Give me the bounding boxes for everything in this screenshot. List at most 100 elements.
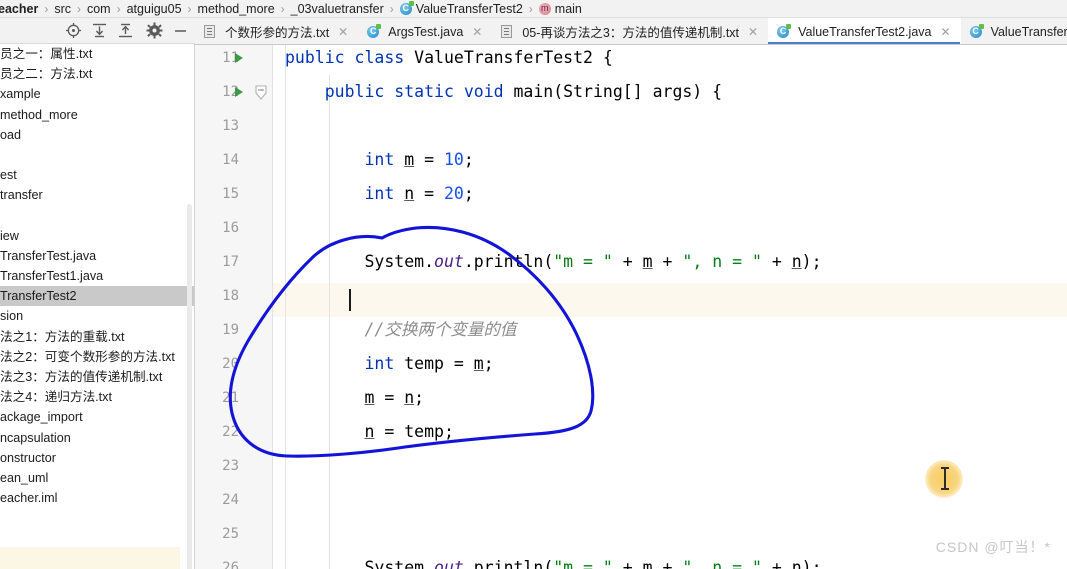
code-line-20[interactable]: int temp = m; — [273, 347, 1067, 381]
code-line-15[interactable]: int n = 20; — [273, 177, 1067, 211]
class-icon — [399, 0, 414, 15]
breadcrumb-item-class[interactable]: ValueTransferTest2 — [397, 0, 526, 17]
code-line-12[interactable]: public static void main(String[] args) { — [273, 75, 1067, 109]
locate-in-tree-icon[interactable] — [65, 22, 82, 39]
tab-notes-txt[interactable]: 05-再谈方法之3：方法的值传递机制.txt ✕ — [492, 18, 768, 44]
tab-argstest-java[interactable]: ArgsTest.java ✕ — [358, 18, 492, 44]
breadcrumb-separator-icon: › — [116, 1, 121, 16]
tree-item-selected[interactable]: TransferTest2 — [0, 286, 194, 307]
run-gutter-icon[interactable] — [233, 45, 247, 75]
breadcrumb-item-method[interactable]: main — [536, 0, 585, 17]
breadcrumb-label: eacher — [0, 1, 39, 16]
tab-args-txt[interactable]: 个数形参的方法.txt ✕ — [195, 18, 358, 44]
tree-item-11[interactable]: TransferTest1.java — [0, 266, 194, 286]
breadcrumb-label: com — [86, 1, 111, 16]
breadcrumb-item-src[interactable]: src — [51, 0, 74, 17]
tree-item-22[interactable]: eacher.iml — [0, 488, 194, 508]
tree-item-14[interactable]: 法之1：方法的重载.txt — [0, 327, 194, 347]
class-icon — [969, 23, 984, 38]
tree-item-7[interactable]: transfer — [0, 185, 194, 205]
breadcrumb-item-project[interactable]: eacher — [0, 0, 41, 17]
line-number: 13 — [222, 118, 239, 134]
tab-valuetransfertest1-java[interactable]: ValueTransferTest1.java — [961, 18, 1067, 44]
code-line-16[interactable] — [273, 211, 1067, 245]
line-number: 20 — [222, 356, 239, 372]
collapse-all-icon[interactable] — [117, 22, 134, 39]
editor-gutter[interactable]: 11 12 13 14 15 16 17 18 19 20 21 22 23 2… — [195, 45, 273, 569]
breadcrumb-label: main — [554, 1, 582, 16]
line-number: 25 — [222, 526, 239, 542]
line-number: 23 — [222, 458, 239, 474]
code-line-11[interactable]: public class ValueTransferTest2 { — [273, 45, 1067, 75]
project-scrollbar[interactable] — [187, 204, 192, 569]
tree-item-1[interactable]: 员之二：方法.txt — [0, 64, 194, 84]
tree-item-8 — [0, 206, 194, 226]
tree-item-9[interactable]: iew — [0, 226, 194, 246]
tree-item-19[interactable]: ncapsulation — [0, 428, 194, 448]
txt-file-icon — [204, 25, 215, 38]
tree-item-2[interactable]: xample — [0, 84, 194, 104]
close-icon[interactable]: ✕ — [748, 26, 758, 38]
settings-gear-icon[interactable] — [146, 22, 163, 39]
expand-all-icon[interactable] — [91, 22, 108, 39]
breadcrumb-label: src — [54, 1, 71, 16]
fold-collapse-icon[interactable] — [255, 75, 268, 109]
ide-window: eacher › src › com › atguigu05 › method_… — [0, 0, 1067, 569]
code-line-14[interactable]: int m = 10; — [273, 143, 1067, 177]
line-number: 16 — [222, 220, 239, 236]
breadcrumb-separator-icon: › — [280, 1, 285, 16]
line-number: 17 — [222, 254, 239, 270]
project-toolbar — [0, 18, 195, 44]
tab-label: ArgsTest.java — [388, 24, 464, 39]
close-icon[interactable]: ✕ — [941, 26, 951, 38]
editor-tabbar: 个数形参的方法.txt ✕ ArgsTest.java ✕ 05-再谈方法之3：… — [195, 18, 1067, 45]
close-icon[interactable]: ✕ — [472, 26, 482, 38]
tree-item-21[interactable]: ean_uml — [0, 468, 194, 488]
code-line-17[interactable]: System.out.println("m = " + m + ", n = "… — [273, 245, 1067, 279]
tree-item-15[interactable]: 法之2：可变个数形参的方法.txt — [0, 347, 194, 367]
line-number: 18 — [222, 288, 239, 304]
code-line-21[interactable]: m = n; — [273, 381, 1067, 415]
line-number: 26 — [222, 560, 239, 569]
code-line-22[interactable]: n = temp; — [273, 415, 1067, 449]
tab-label: 个数形参的方法.txt — [225, 26, 330, 40]
breadcrumb-separator-icon: › — [187, 1, 192, 16]
tab-label: 05-再谈方法之3：方法的值传递机制.txt — [522, 26, 740, 40]
line-number: 21 — [222, 390, 239, 406]
run-gutter-icon[interactable] — [233, 75, 247, 109]
code-comment: //交换两个变量的值 — [364, 320, 517, 339]
tree-item-13[interactable]: sion — [0, 306, 194, 326]
tree-item-4[interactable]: oad — [0, 125, 194, 145]
tree-item-16[interactable]: 法之3：方法的值传递机制.txt — [0, 367, 194, 387]
tree-item-6[interactable]: est — [0, 165, 194, 185]
tab-valuetransfertest2-java[interactable]: ValueTransferTest2.java ✕ — [768, 18, 961, 44]
project-tree[interactable]: 员之一：属性.txt 员之二：方法.txt xample method_more… — [0, 44, 195, 569]
breadcrumb: eacher › src › com › atguigu05 › method_… — [0, 0, 1067, 18]
breadcrumb-separator-icon: › — [44, 1, 49, 16]
tree-item-5 — [0, 145, 194, 165]
tree-item-0[interactable]: 员之一：属性.txt — [0, 44, 194, 64]
breadcrumb-separator-icon: › — [528, 1, 533, 16]
watermark: CSDN @叮当！* — [935, 539, 1051, 555]
breadcrumb-separator-icon: › — [76, 1, 81, 16]
breadcrumb-item-atguigu05[interactable]: atguigu05 — [124, 0, 185, 17]
close-icon[interactable]: ✕ — [338, 26, 348, 38]
hide-panel-icon[interactable] — [172, 22, 189, 39]
method-icon — [538, 2, 551, 15]
line-number: 19 — [222, 322, 239, 338]
tree-item-20[interactable]: onstructor — [0, 448, 194, 468]
tree-item-10[interactable]: TransferTest.java — [0, 246, 194, 266]
mouse-ibeam-cursor — [941, 466, 949, 492]
breadcrumb-item-method-more[interactable]: method_more — [195, 0, 278, 17]
code-line-13[interactable] — [273, 109, 1067, 143]
breadcrumb-label: method_more — [197, 1, 275, 16]
code-line-19[interactable]: //交换两个变量的值 — [273, 313, 1067, 347]
tree-item-18[interactable]: ackage_import — [0, 407, 194, 427]
tree-item-17[interactable]: 法之4：递归方法.txt — [0, 387, 194, 407]
breadcrumb-item-com[interactable]: com — [84, 0, 114, 17]
breadcrumb-label: atguigu05 — [126, 1, 182, 16]
code-line-18[interactable] — [273, 279, 1067, 313]
tree-item-3[interactable]: method_more — [0, 105, 194, 125]
line-number: 15 — [222, 186, 239, 202]
breadcrumb-item-valuetransfer[interactable]: _03valuetransfer — [288, 0, 387, 17]
